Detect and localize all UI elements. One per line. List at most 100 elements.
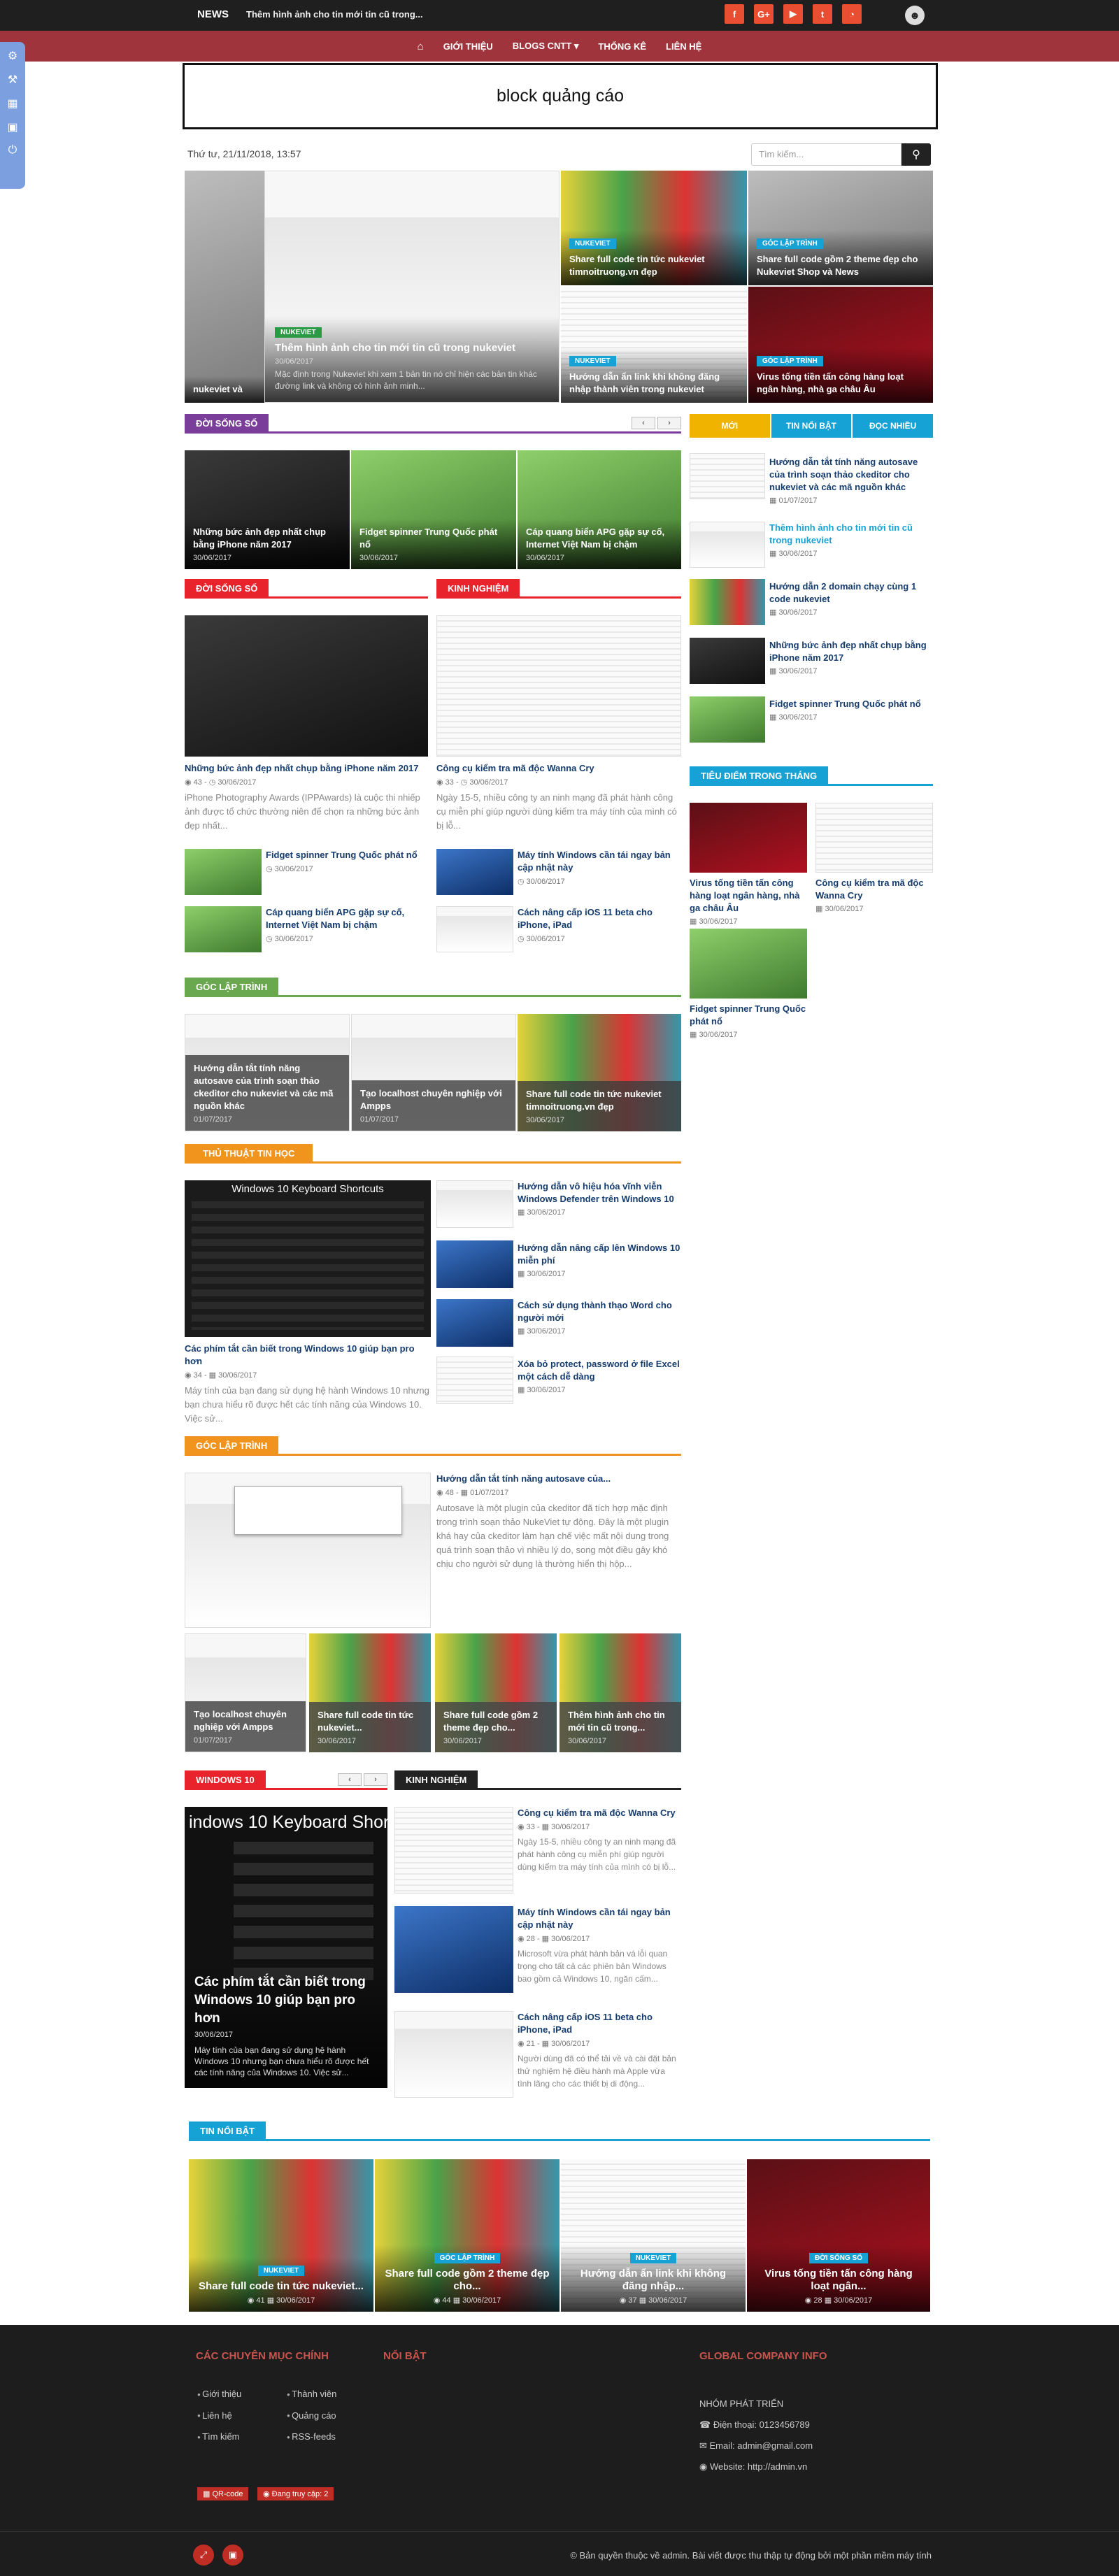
article-title[interactable]: Các phím tắt cần biết trong Windows 10 g…	[194, 1973, 378, 2028]
home-icon[interactable]: ⌂	[418, 41, 424, 52]
sidebar-item-title[interactable]: Fidget spinner Trung Quốc phát nổ	[769, 698, 933, 710]
footer-link[interactable]: Liên hệ	[197, 2405, 241, 2427]
site-brand[interactable]: NEWS	[197, 8, 229, 20]
article-card[interactable]: Cáp quang biển APG gặp sự cố, Internet V…	[518, 450, 681, 569]
featured-title[interactable]: Virus tống tiền tấn công hàng loạt ngân.…	[755, 2268, 922, 2293]
tab-moi[interactable]: MỚI	[690, 414, 770, 438]
hero-card[interactable]: GÓC LẬP TRÌNH Share full code gồm 2 theme…	[748, 171, 933, 285]
sidebar-thumbnail[interactable]	[690, 638, 765, 684]
hero-card[interactable]: NUKEVIET Share full code tin tức nukeviet…	[561, 171, 747, 285]
tab-doc-nhieu[interactable]: ĐỌC NHIỀU	[853, 414, 934, 438]
article-title[interactable]: Hướng dẫn vô hiệu hóa vĩnh viễn Windows …	[518, 1180, 681, 1205]
hero-prev-slide[interactable]: nukeviet và	[185, 171, 264, 403]
article-title[interactable]: Cách nâng cấp iOS 11 beta cho iPhone, iP…	[518, 906, 680, 931]
article-title[interactable]: Share full code tin tức nukeviet...	[318, 1709, 422, 1734]
section-title[interactable]: GÓC LẬP TRÌNH	[185, 1436, 279, 1456]
google-plus-icon[interactable]: G+	[754, 4, 774, 24]
hero-card-title[interactable]: Share full code gồm 2 theme đẹp cho Nuke…	[757, 253, 925, 278]
article-title[interactable]: Công cụ kiểm tra mã độc Wanna Cry	[518, 1807, 681, 1819]
tab-tin-noi-bat[interactable]: TIN NỔI BẬT	[771, 414, 852, 438]
featured-thumbnail[interactable]	[690, 929, 807, 999]
article-thumbnail[interactable]	[394, 1807, 513, 1894]
sidebar-item-title[interactable]: Hướng dẫn tắt tính năng autosave của trì…	[769, 456, 933, 494]
sidebar-item-title[interactable]: Hướng dẫn 2 domain chạy cùng 1 code nuke…	[769, 580, 933, 606]
qr-code-button[interactable]: ▦ QR-code	[197, 2487, 249, 2500]
twitter-icon[interactable]: t	[813, 4, 832, 24]
nav-item-lien-he[interactable]: LIÊN HỆ	[666, 41, 701, 52]
article-card[interactable]: Tạo localhost chuyên nghiệp với Ampps 01/…	[351, 1014, 516, 1131]
featured-thumbnail[interactable]	[690, 803, 807, 873]
featured-title[interactable]: Virus tống tiền tấn công hàng loạt ngân …	[690, 877, 807, 915]
company-website[interactable]: Website: http://admin.vn	[710, 2461, 807, 2472]
user-icon[interactable]: ☻	[905, 6, 925, 25]
section-title[interactable]: KINH NGHIỆM	[436, 579, 520, 599]
settings-icon[interactable]: ⚙	[8, 49, 17, 63]
article-title[interactable]: Xóa bỏ protect, password ở file Excel mộ…	[518, 1358, 681, 1383]
sidebar-thumbnail[interactable]	[690, 453, 765, 499]
facebook-icon[interactable]: f	[725, 4, 744, 24]
prev-arrow-icon[interactable]: ‹	[338, 1773, 362, 1786]
section-title[interactable]: WINDOWS 10	[185, 1770, 266, 1790]
article-title[interactable]: Hướng dẫn tắt tính năng autosave của trì…	[194, 1062, 341, 1112]
article-title[interactable]: Fidget spinner Trung Quốc phát nổ	[359, 526, 508, 551]
article-title[interactable]: Các phím tắt cần biết trong Windows 10 g…	[185, 1343, 431, 1368]
article-thumbnail[interactable]	[436, 1357, 513, 1404]
next-arrow-icon[interactable]: ›	[364, 1773, 387, 1786]
footer-link[interactable]: Quảng cáo	[287, 2405, 336, 2427]
featured-category[interactable]: GÓC LẬP TRÌNH	[434, 2253, 501, 2263]
hero-card-category[interactable]: NUKEVIET	[569, 238, 616, 249]
news-ticker[interactable]: Thêm hình ảnh cho tin mới tin cũ trong..…	[246, 9, 423, 20]
article-image[interactable]	[185, 615, 428, 757]
section-title[interactable]: TIÊU ĐIỂM TRONG THÁNG	[690, 766, 829, 786]
section-title[interactable]: THỦ THUẬT TIN HỌC	[185, 1144, 313, 1164]
section-title[interactable]: ĐỜI SỐNG SỐ	[185, 579, 269, 599]
article-title[interactable]: Cách nâng cấp iOS 11 beta cho iPhone, iP…	[518, 2011, 681, 2036]
article-thumbnail[interactable]	[436, 1180, 513, 1228]
featured-title[interactable]: Công cụ kiểm tra mã độc Wanna Cry	[815, 877, 933, 902]
layout-icon[interactable]: ▦	[7, 96, 17, 110]
article-title[interactable]: Fidget spinner Trung Quốc phát nổ	[266, 849, 427, 861]
featured-thumbnail[interactable]	[815, 803, 933, 873]
shuffle-icon[interactable]: ⤢	[193, 2545, 214, 2566]
section-title[interactable]: GÓC LẬP TRÌNH	[185, 978, 279, 997]
featured-title[interactable]: Share full code tin tức nukeviet...	[197, 2280, 365, 2293]
article-title[interactable]: Máy tính Windows cần tái ngay bản cập nh…	[518, 1906, 681, 1931]
section-title[interactable]: ĐỜI SỐNG SỐ	[185, 414, 269, 434]
hero-card[interactable]: NUKEVIET Hướng dẫn ẩn link khi không đăng…	[561, 287, 747, 403]
featured-category[interactable]: ĐỜI SỐNG SỐ	[809, 2253, 868, 2263]
hero-main-category[interactable]: NUKEVIET	[275, 327, 322, 338]
featured-category[interactable]: NUKEVIET	[629, 2253, 677, 2263]
article-title[interactable]: Tạo localhost chuyên nghiệp với Ampps	[194, 1708, 297, 1733]
company-email[interactable]: Email: admin@gmail.com	[710, 2440, 813, 2451]
article-title[interactable]: Cáp quang biển APG gặp sự cố, Internet V…	[266, 906, 427, 931]
rss-icon[interactable]: ◔	[842, 4, 862, 24]
article-card[interactable]: Fidget spinner Trung Quốc phát nổ 30/06/2…	[351, 450, 516, 569]
article-image[interactable]	[185, 1473, 431, 1628]
article-title[interactable]: Share full code tin tức nukeviet timnoit…	[526, 1088, 673, 1113]
footer-link[interactable]: Tìm kiếm	[197, 2426, 241, 2448]
article-thumbnail[interactable]	[185, 849, 262, 895]
featured-title[interactable]: Share full code gồm 2 theme đẹp cho...	[383, 2268, 551, 2293]
sidebar-thumbnail[interactable]	[690, 522, 765, 568]
article-thumbnail[interactable]	[436, 906, 513, 952]
article-card[interactable]: Tạo localhost chuyên nghiệp với Ampps 01/…	[185, 1633, 306, 1752]
wrench-icon[interactable]: ⚒	[8, 73, 17, 87]
article-thumbnail[interactable]	[436, 849, 513, 895]
hero-main-slide[interactable]: NUKEVIET Thêm hình ảnh cho tin mới tin c…	[264, 171, 560, 403]
nav-item-thong-ke[interactable]: THỐNG KÊ	[598, 41, 646, 52]
article-title[interactable]: Những bức ảnh đẹp nhất chụp bằng iPhone …	[193, 526, 341, 551]
article-image[interactable]: Windows 10 Keyboard Shortcuts	[185, 1180, 431, 1337]
article-title[interactable]: Cáp quang biển APG gặp sự cố, Internet V…	[526, 526, 673, 551]
featured-card[interactable]: NUKEVIET Hướng dẫn ẩn link khi không đăng…	[561, 2159, 746, 2312]
hero-card-title[interactable]: Virus tống tiền tấn công hàng loạt ngân …	[757, 371, 925, 396]
hero-card[interactable]: GÓC LẬP TRÌNH Virus tống tiền tấn công hà…	[748, 287, 933, 403]
search-input[interactable]: Tìm kiếm...	[751, 143, 901, 166]
hero-card-title[interactable]: Hướng dẫn ẩn link khi không đăng nhập th…	[569, 371, 739, 396]
hero-main-title[interactable]: Thêm hình ảnh cho tin mới tin cũ trong n…	[275, 342, 549, 355]
windows10-slide[interactable]: indows 10 Keyboard Shortc Các phím tắt c…	[185, 1807, 387, 2088]
article-card[interactable]: Share full code gồm 2 theme đẹp cho... 30…	[435, 1633, 557, 1752]
article-title[interactable]: Hướng dẫn nâng cấp lên Windows 10 miễn p…	[518, 1242, 681, 1267]
hero-card-category[interactable]: NUKEVIET	[569, 356, 616, 366]
hero-card-category[interactable]: GÓC LẬP TRÌNH	[757, 356, 823, 366]
hero-card-category[interactable]: GÓC LẬP TRÌNH	[757, 238, 823, 249]
